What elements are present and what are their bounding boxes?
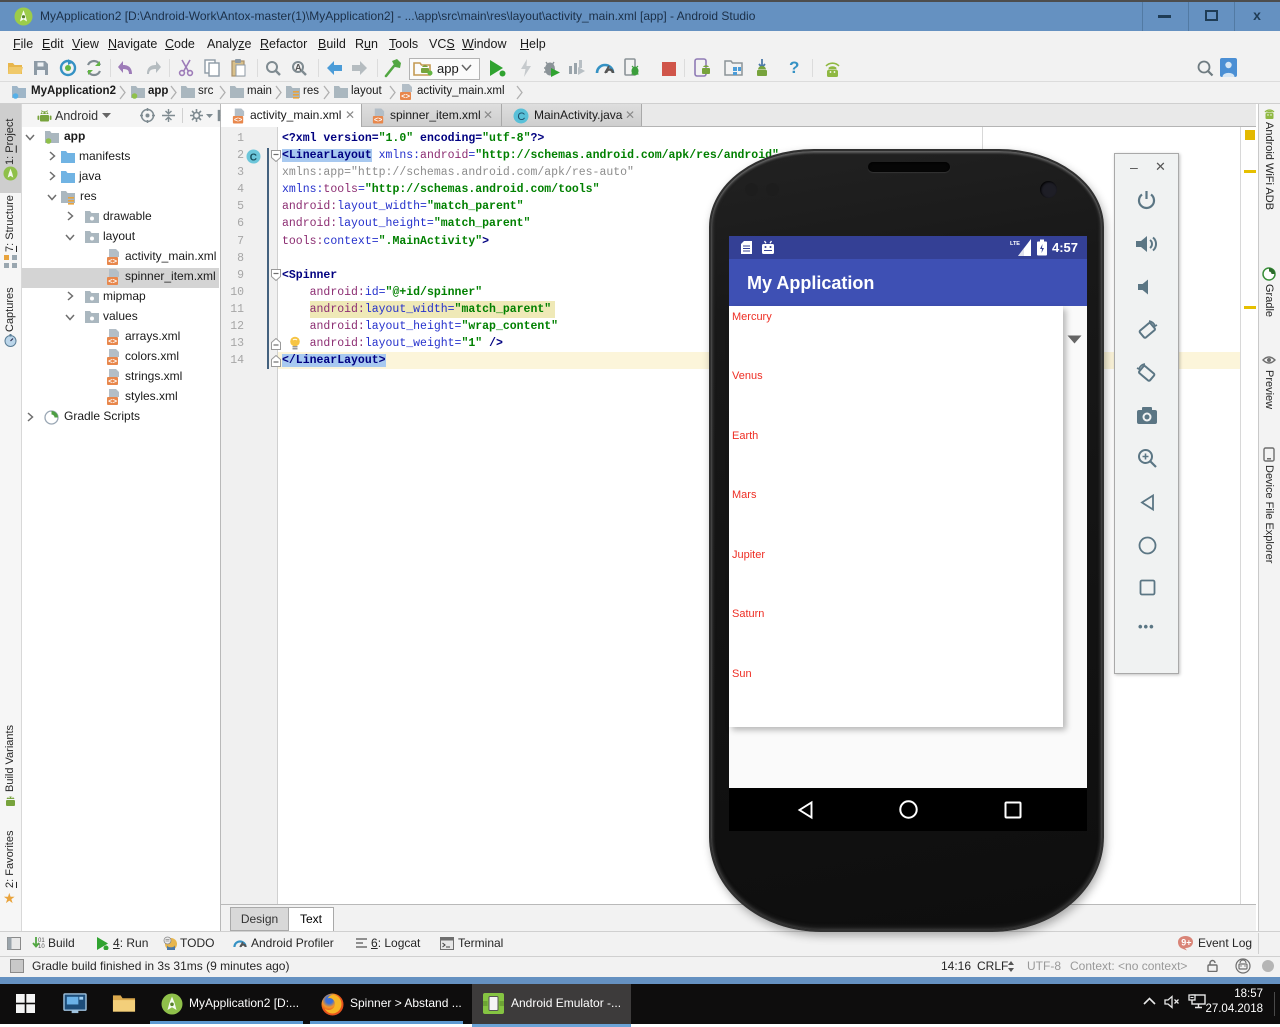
svg-text:<>: <> [108,277,117,286]
svg-text:LTE: LTE [1010,241,1020,247]
svg-text:<>: <> [401,92,410,101]
svg-text:<>: <> [108,357,117,366]
svg-text:<>: <> [108,257,117,266]
svg-text:A: A [295,63,302,73]
svg-text:C: C [250,153,257,164]
svg-text:<>: <> [374,117,382,124]
svg-text:9+: 9+ [1181,938,1191,948]
svg-text:10: 10 [38,944,45,950]
svg-text:<>: <> [108,337,117,346]
svg-text:<>: <> [108,377,117,386]
svg-text:C: C [517,111,525,123]
svg-text:<>: <> [108,397,117,406]
svg-text:<>: <> [234,117,242,124]
